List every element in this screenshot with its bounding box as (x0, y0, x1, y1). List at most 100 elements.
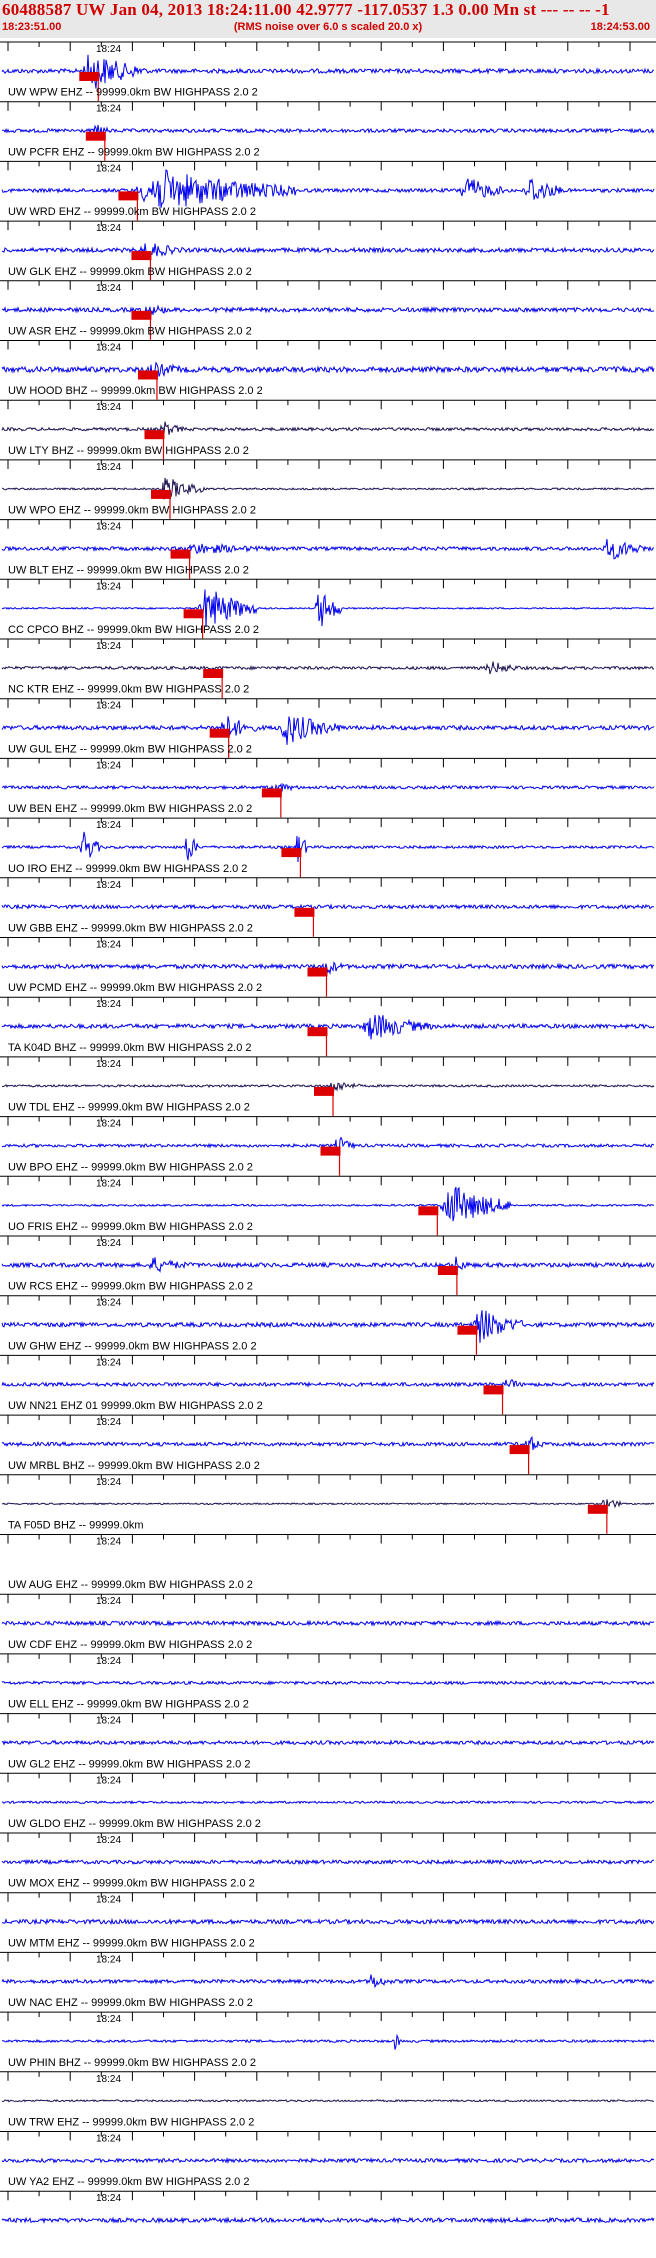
pick-flag (85, 131, 106, 141)
station-label: UW GLK EHZ -- 99999.0km BW HIGHPASS 2.0 … (8, 266, 252, 278)
trace-row: TA F05D BHZ -- 99999.0km 18:24 (0, 1520, 656, 1548)
station-label: UW PHIN BHZ -- 99999.0km BW HIGHPASS 2.0… (8, 2057, 256, 2069)
waveform (1, 782, 655, 794)
axis-time-label: 18:24 (96, 223, 121, 234)
waveform (1, 661, 655, 675)
axis-time-label: 18:24 (96, 1298, 121, 1309)
station-label: UW YA2 EHZ -- 99999.0km BW HIGHPASS 2.0 … (8, 2176, 249, 2188)
station-label: TA F05D BHZ -- 99999.0km (8, 1520, 144, 1532)
pick-flag (437, 1266, 458, 1275)
waveform (1, 477, 655, 500)
trace-row: UW MTM EHZ -- 99999.0km BW HIGHPASS 2.0 … (0, 1937, 656, 1989)
station-label: UW GLDO EHZ -- 99999.0km BW HIGHPASS 2.0… (8, 1818, 261, 1830)
pick-flag (203, 669, 224, 678)
station-label: UW NAC EHZ -- 99999.0km BW HIGHPASS 2.0 … (8, 1997, 253, 2009)
axis-time-label: 18:24 (96, 2134, 121, 2145)
waveform (1, 2216, 655, 2225)
trace-row: UW CDF EHZ -- 99999.0km BW HIGHPASS 2.0 … (0, 1639, 656, 1686)
waveform (1, 421, 655, 435)
station-label: UW BPO EHZ -- 99999.0km BW HIGHPASS 2.0 … (8, 1161, 253, 1173)
pick-flag (457, 1325, 478, 1335)
trace-row: UW GL2 EHZ -- 99999.0km BW HIGHPASS 2.0 … (0, 1758, 656, 1805)
trace-row: UW AUG EHZ -- 99999.0km BW HIGHPASS 2.0 … (0, 1579, 656, 1627)
waveform (1, 716, 655, 745)
event-title: 60488587 UW Jan 04, 2013 18:24:11.00 42.… (2, 0, 610, 19)
station-label: UW TDL EHZ -- 99999.0km BW HIGHPASS 2.0 … (8, 1102, 250, 1114)
waveform (1, 1499, 655, 1512)
pick-flag (144, 430, 165, 440)
station-label: UW GHW EHZ -- 99999.0km BW HIGHPASS 2.0 … (8, 1340, 257, 1352)
axis-time-label: 18:24 (96, 1656, 121, 1667)
pick-flag (294, 907, 315, 917)
axis-time-label: 18:24 (96, 940, 121, 951)
waveform (1, 903, 655, 911)
station-label: UW TRW EHZ -- 99999.0km BW HIGHPASS 2.0 … (8, 2117, 254, 2129)
pick-flag (418, 1206, 439, 1216)
station-label: CC CPCO BHZ -- 99999.0km BW HIGHPASS 2.0… (8, 624, 259, 636)
axis-time-label: 18:24 (96, 701, 121, 712)
waveform (1, 1974, 655, 1989)
station-label: NC KTR EHZ -- 99999.0km BW HIGHPASS 2.0 … (8, 684, 249, 696)
trace-row: UW GLDO EHZ -- 99999.0km BW HIGHPASS 2.0… (0, 1818, 656, 1866)
station-label: UW RCS EHZ -- 99999.0km BW HIGHPASS 2.0 … (8, 1281, 253, 1293)
station-label: UW NN21 EHZ 01 99999.0km BW HIGHPASS 2.0… (8, 1400, 263, 1412)
waveform (1, 1378, 655, 1388)
trace-row: UW TRW EHZ -- 99999.0km BW HIGHPASS 2.0 … (0, 2117, 656, 2165)
axis-time-label: 18:24 (96, 163, 121, 174)
waveform (2, 589, 655, 628)
waveform (1, 361, 655, 377)
waveform (1, 1800, 655, 1805)
axis-time-label: 18:24 (96, 1059, 121, 1070)
axis-time-label: 18:24 (96, 343, 121, 354)
pick-flag (131, 251, 152, 261)
pick-flag (314, 1086, 334, 1096)
axis-time-label: 18:24 (96, 641, 121, 652)
axis-time-label: 18:24 (96, 1835, 121, 1846)
pick-flag (209, 728, 230, 738)
pick-flag (307, 1027, 328, 1037)
pick-flag (79, 72, 100, 81)
waveform (1, 2157, 655, 2165)
pick-flag (320, 1146, 341, 1156)
waveform (1, 1436, 655, 1452)
pick-flag (131, 310, 152, 320)
waveform (1, 54, 655, 89)
pick-flag (261, 788, 282, 798)
axis-time-label: 18:24 (96, 880, 121, 891)
waveform (1, 1917, 655, 1926)
axis-time-label: 18:24 (96, 1477, 121, 1488)
station-label: UW MTM EHZ -- 99999.0km BW HIGHPASS 2.0 … (8, 1937, 255, 1949)
station-label: UW AUG EHZ -- 99999.0km BW HIGHPASS 2.0 … (8, 1579, 253, 1591)
pick-flag (509, 1445, 530, 1455)
axis-time-label: 18:24 (96, 581, 121, 592)
trace-row: UW ELL EHZ -- 99999.0km BW HIGHPASS 2.0 … (0, 1699, 656, 1746)
axis-time-label: 18:24 (96, 402, 121, 413)
station-label: UW JORV EHZ -- 99999.0km BW HIGHPASS 2.0… (8, 38, 259, 39)
station-label: UW GUL EHZ -- 99999.0km BW HIGHPASS 2.0 … (8, 743, 252, 755)
waveform (1, 1256, 655, 1274)
axis-time-label: 18:24 (96, 999, 121, 1010)
waveform (1, 243, 655, 261)
waveform (1, 1014, 655, 1040)
station-label: UW ASR EHZ -- 99999.0km BW HIGHPASS 2.0 … (8, 326, 252, 338)
axis-time-label: 18:24 (96, 1775, 121, 1786)
axis-time-label: 18:24 (96, 2074, 121, 2085)
station-label: UW BLT EHZ -- 99999.0km BW HIGHPASS 2.0 … (8, 564, 249, 576)
station-label: UW CDF EHZ -- 99999.0km BW HIGHPASS 2.0 … (8, 1639, 252, 1651)
pick-flag (151, 489, 171, 499)
waveform (1, 2099, 655, 2103)
station-label: UW WPW EHZ -- 99999.0km BW HIGHPASS 2.0 … (8, 87, 258, 99)
pick-flag (307, 967, 328, 977)
end-time: 18:24:53.00 (590, 21, 650, 33)
axis-time-label: 18:24 (96, 820, 121, 831)
axis-time-label: 18:24 (96, 462, 121, 473)
waveform (1, 831, 655, 863)
waveform (1, 1186, 655, 1222)
waveform (1, 539, 655, 560)
station-label: TA K04D BHZ -- 99999.0km BW HIGHPASS 2.0… (8, 1042, 252, 1054)
station-label: UW GL2 EHZ -- 99999.0km BW HIGHPASS 2.0 … (8, 1758, 250, 1770)
waveform (1, 1680, 655, 1686)
pick-flag (281, 848, 302, 858)
waveform (1, 1619, 655, 1627)
station-label: UW WRD EHZ -- 99999.0km BW HIGHPASS 2.0 … (8, 206, 256, 218)
